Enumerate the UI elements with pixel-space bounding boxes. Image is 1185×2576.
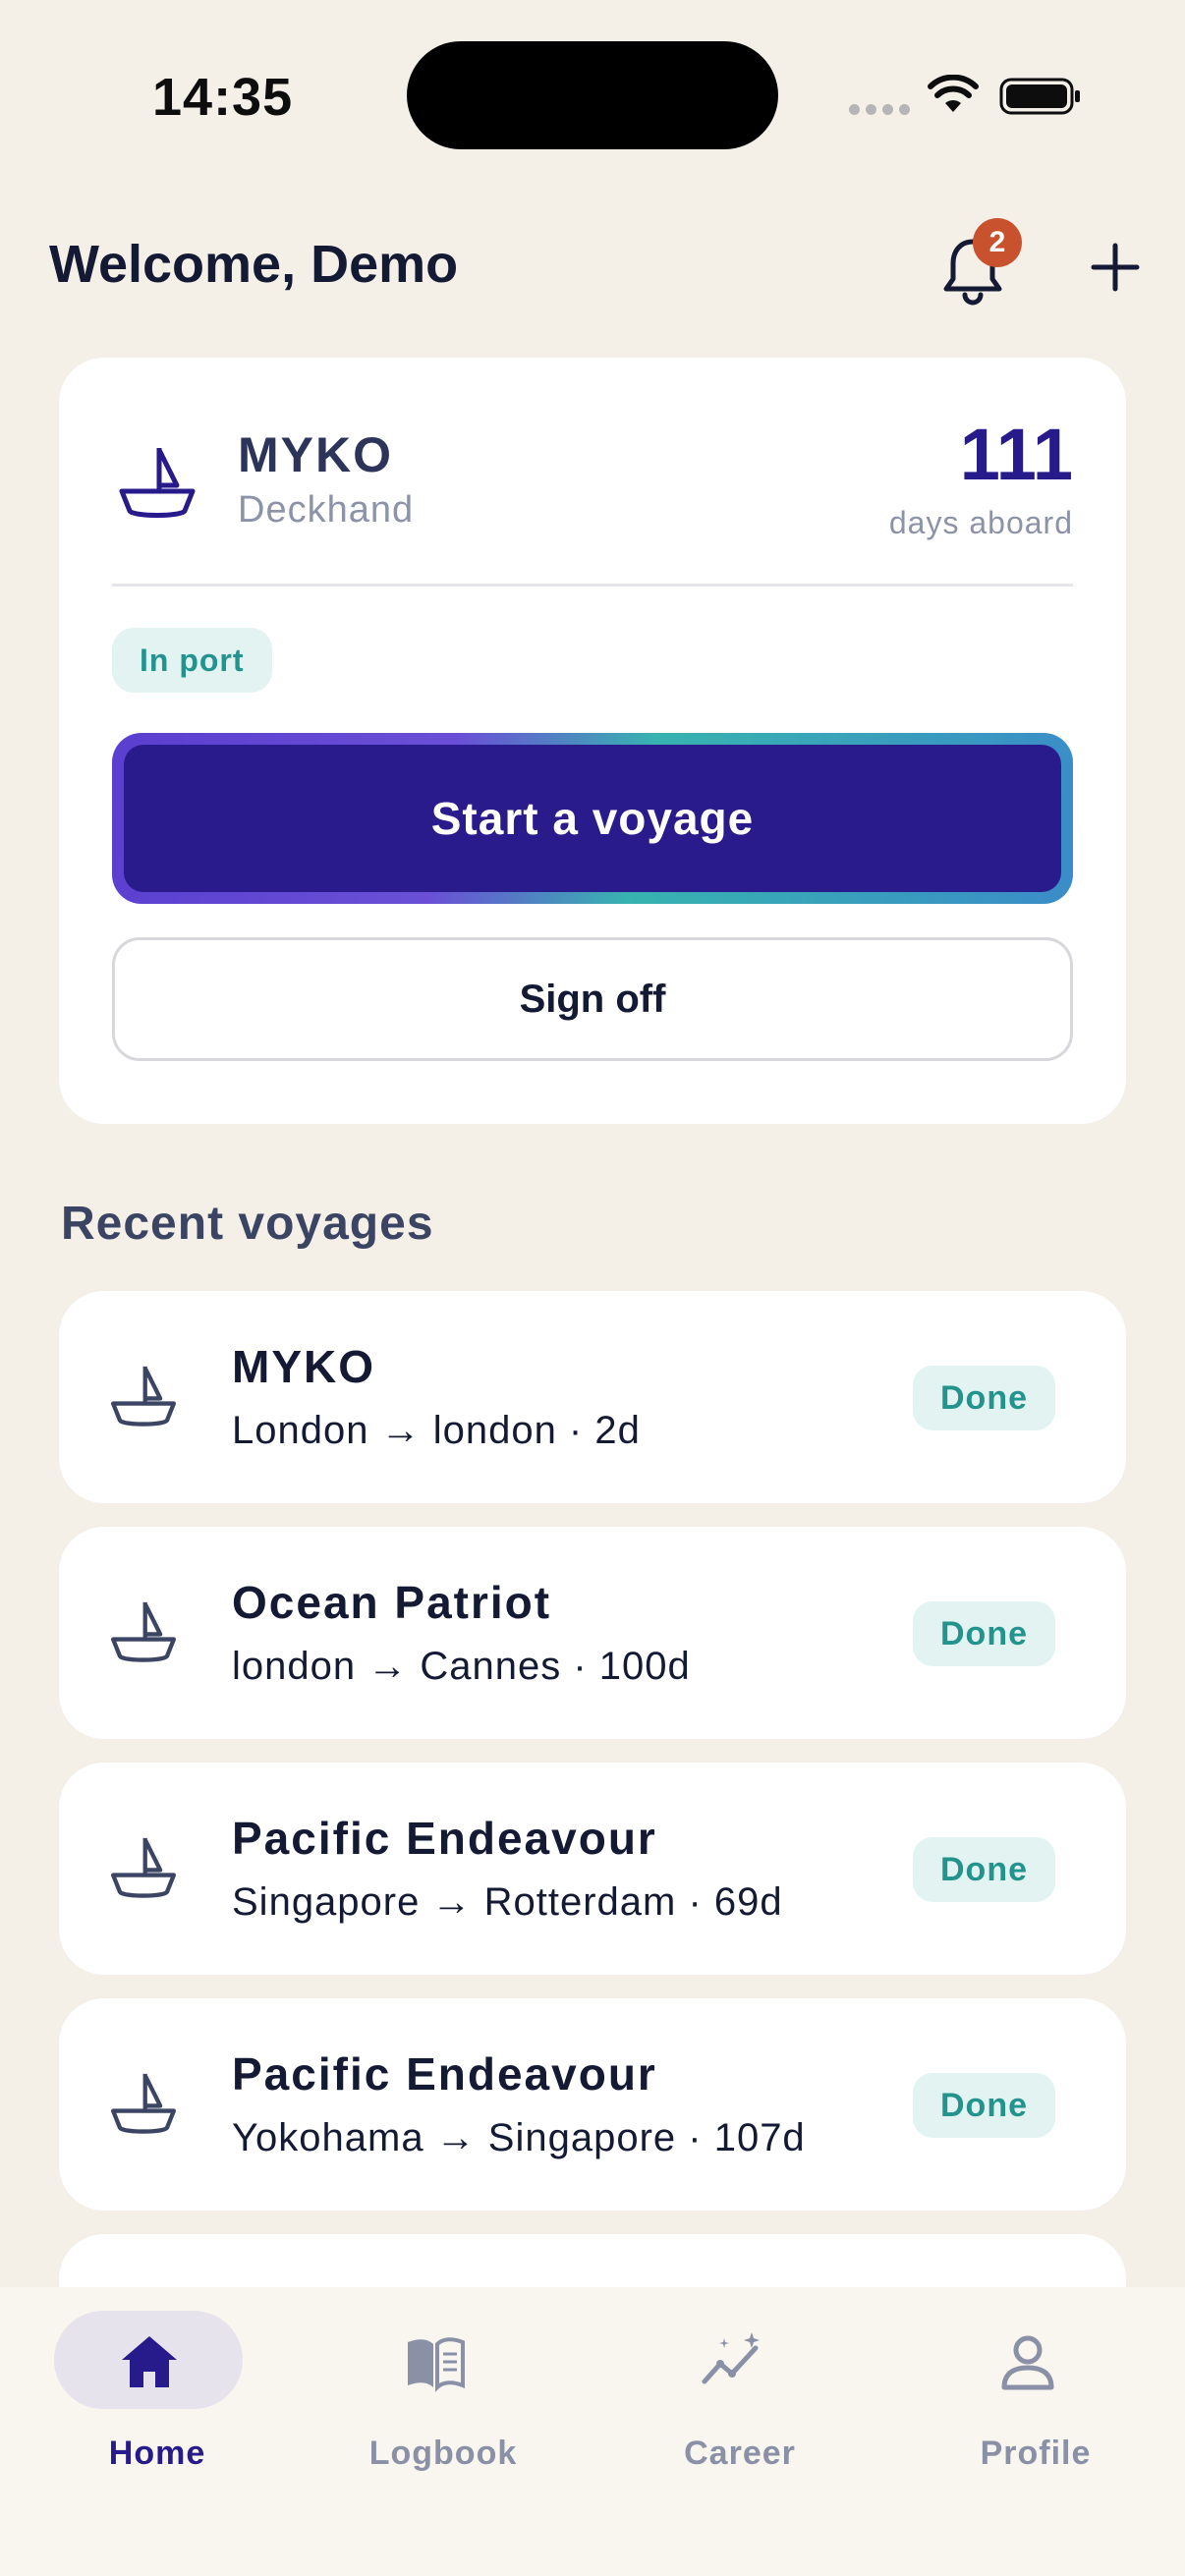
sailboat-icon [111, 1601, 176, 1662]
start-voyage-button[interactable]: Start a voyage [112, 733, 1073, 904]
status-badge: In port [112, 628, 272, 693]
career-chart-icon [702, 2332, 760, 2384]
nav-item-career[interactable]: Career [622, 2311, 858, 2488]
notification-count-badge: 2 [973, 218, 1022, 267]
voyage-status-badge: Done [913, 2073, 1055, 2138]
home-icon [122, 2336, 177, 2387]
voyage-vessel: Pacific Endeavour [232, 1813, 657, 1864]
voyage-route: Singapore → Rotterdam · 69d [232, 1880, 783, 1924]
voyage-status-badge: Done [913, 1837, 1055, 1902]
plus-icon [1091, 243, 1140, 292]
recent-voyages-heading: Recent voyages [61, 1198, 434, 1250]
voyage-list-item[interactable]: MYKO London → london · 2d Done [59, 1291, 1126, 1503]
cellular-signal-icon [849, 104, 910, 115]
page-title: Welcome, Demo [49, 235, 459, 294]
battery-icon [999, 78, 1080, 115]
wifi-icon [928, 75, 979, 112]
voyage-list-item[interactable]: Pacific Endeavour Yokohama → Singapore ·… [59, 1998, 1126, 2211]
add-button[interactable] [1086, 238, 1145, 297]
nav-label-logbook: Logbook [368, 2435, 518, 2472]
sign-off-button[interactable]: Sign off [112, 937, 1073, 1061]
voyage-route: London → london · 2d [232, 1409, 641, 1452]
nav-item-home[interactable]: Home [39, 2311, 275, 2488]
sailboat-icon [111, 1837, 176, 1898]
days-aboard-label: days aboard [888, 505, 1073, 540]
start-voyage-label: Start a voyage [124, 745, 1061, 892]
voyage-vessel: Pacific Endeavour [232, 2048, 657, 2100]
status-time: 14:35 [152, 68, 294, 127]
voyage-list-item[interactable]: Ocean Patriot london → Cannes · 100d Don… [59, 1527, 1126, 1739]
person-icon [1001, 2335, 1054, 2390]
book-icon [408, 2337, 465, 2392]
sailboat-icon [111, 1366, 176, 1427]
voyage-vessel: MYKO [232, 1341, 375, 1392]
voyage-list-item[interactable]: Pacific Endeavour Singapore → Rotterdam … [59, 1763, 1126, 1975]
voyage-vessel: Ocean Patriot [232, 1577, 552, 1628]
sailboat-icon [111, 2073, 176, 2134]
nav-label-career: Career [684, 2435, 796, 2472]
vessel-role: Deckhand [238, 489, 415, 531]
voyage-route: Yokohama → Singapore · 107d [232, 2116, 806, 2159]
status-bar: 14:35 [0, 0, 1185, 187]
current-vessel-card: MYKO Deckhand 111 days aboard In port St… [59, 358, 1126, 1124]
dynamic-island [407, 41, 778, 149]
nav-label-home: Home [108, 2435, 206, 2472]
nav-item-logbook[interactable]: Logbook [325, 2311, 561, 2488]
nav-label-profile: Profile [980, 2435, 1092, 2472]
voyage-route: london → Cannes · 100d [232, 1645, 691, 1688]
days-aboard-value: 111 [959, 414, 1073, 495]
divider [112, 584, 1073, 587]
sailboat-icon [119, 448, 196, 518]
voyage-status-badge: Done [913, 1366, 1055, 1430]
vessel-name: MYKO [238, 427, 393, 482]
bottom-nav: Home Logbook Career Profile [0, 2287, 1185, 2576]
nav-item-profile[interactable]: Profile [918, 2311, 1154, 2488]
voyage-status-badge: Done [913, 1601, 1055, 1666]
